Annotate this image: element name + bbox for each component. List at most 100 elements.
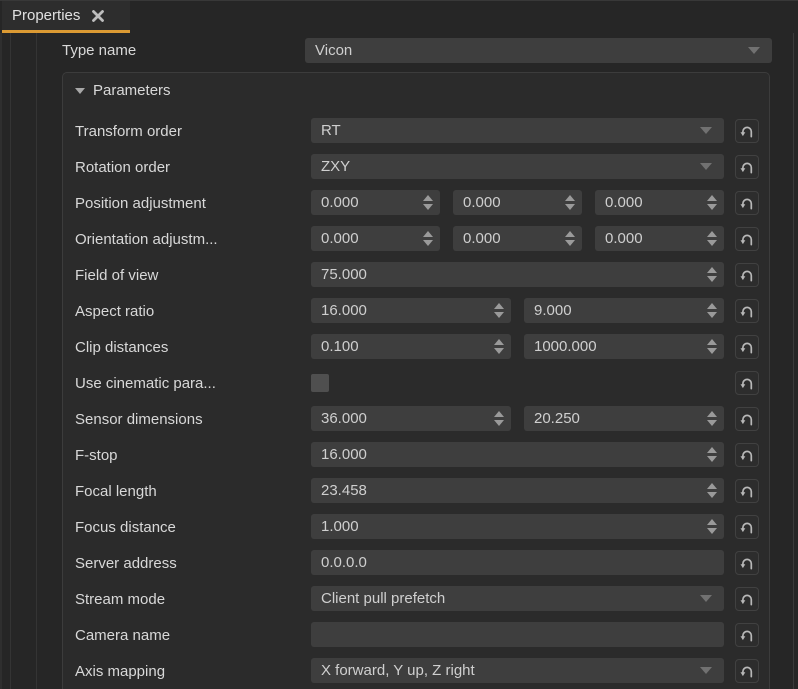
spinner-down-icon[interactable] [707, 456, 717, 462]
reset-button[interactable] [735, 551, 759, 575]
text-input[interactable] [311, 550, 724, 575]
reset-button[interactable] [735, 119, 759, 143]
spinner-up-icon[interactable] [423, 231, 433, 237]
spinbox-input[interactable] [311, 190, 440, 215]
spinbox-input[interactable] [524, 298, 724, 323]
spinner-down-icon[interactable] [494, 420, 504, 426]
spinner-up-icon[interactable] [707, 411, 717, 417]
spinner-down-icon[interactable] [707, 420, 717, 426]
spinbox-input[interactable] [311, 262, 724, 287]
spinbox-input[interactable] [311, 334, 511, 359]
reset-button[interactable] [735, 263, 759, 287]
spinner-buttons[interactable] [707, 262, 717, 287]
spinner-up-icon[interactable] [707, 303, 717, 309]
spinner-up-icon[interactable] [565, 231, 575, 237]
reset-button[interactable] [735, 155, 759, 179]
reset-button[interactable] [735, 479, 759, 503]
spinner-buttons[interactable] [707, 334, 717, 359]
spinner-down-icon[interactable] [707, 348, 717, 354]
collapse-triangle-icon[interactable] [75, 88, 85, 94]
spinbox-input[interactable] [311, 406, 511, 431]
reset-button[interactable] [735, 659, 759, 683]
left-edge-line [0, 33, 2, 689]
type-name-dropdown[interactable]: Vicon [305, 38, 772, 63]
undo-icon [739, 231, 755, 247]
reset-button[interactable] [735, 407, 759, 431]
spinbox-input[interactable] [524, 406, 724, 431]
spinner-buttons[interactable] [707, 190, 717, 215]
spinner-buttons[interactable] [707, 406, 717, 431]
spinbox-input[interactable] [595, 226, 724, 251]
reset-button[interactable] [735, 515, 759, 539]
reset-button[interactable] [735, 191, 759, 215]
spinner-up-icon[interactable] [565, 195, 575, 201]
reset-button[interactable] [735, 227, 759, 251]
spinner-down-icon[interactable] [707, 492, 717, 498]
spinner-buttons[interactable] [707, 442, 717, 467]
spinner-down-icon[interactable] [565, 204, 575, 210]
spinbox-input[interactable] [311, 298, 511, 323]
spinner-up-icon[interactable] [707, 447, 717, 453]
spinbox-input[interactable] [453, 190, 582, 215]
spinner-buttons[interactable] [494, 298, 504, 323]
spinner-up-icon[interactable] [707, 519, 717, 525]
spinner-up-icon[interactable] [494, 411, 504, 417]
spinner-up-icon[interactable] [494, 303, 504, 309]
spinner-down-icon[interactable] [707, 240, 717, 246]
dropdown-field[interactable]: X forward, Y up, Z right [311, 658, 724, 683]
spinbox-input[interactable] [311, 442, 724, 467]
spinner-up-icon[interactable] [707, 339, 717, 345]
spinner-down-icon[interactable] [707, 276, 717, 282]
spinner-up-icon[interactable] [707, 195, 717, 201]
dropdown-value: Client pull prefetch [311, 590, 445, 607]
spinner-buttons[interactable] [565, 226, 575, 251]
spinner-down-icon[interactable] [494, 348, 504, 354]
spinner-up-icon[interactable] [707, 267, 717, 273]
spinner-down-icon[interactable] [423, 204, 433, 210]
spinner-buttons[interactable] [707, 514, 717, 539]
spinner-buttons[interactable] [707, 298, 717, 323]
tab-properties[interactable]: Properties [2, 1, 130, 30]
spinner-down-icon[interactable] [707, 528, 717, 534]
reset-button[interactable] [735, 443, 759, 467]
spinner-buttons[interactable] [423, 226, 433, 251]
spinbox-input[interactable] [524, 334, 724, 359]
text-input[interactable] [311, 622, 724, 647]
spinner-buttons[interactable] [494, 334, 504, 359]
spinner-down-icon[interactable] [494, 312, 504, 318]
section-header-parameters[interactable]: Parameters [75, 82, 171, 99]
spinner-buttons[interactable] [707, 226, 717, 251]
spinner-down-icon[interactable] [707, 312, 717, 318]
property-row: Rotation order ZXY [63, 149, 769, 185]
tab-title: Properties [12, 7, 80, 24]
spinner-buttons[interactable] [565, 190, 575, 215]
parameters-panel: Parameters Transform order RT Rotation o… [62, 72, 770, 689]
spinner-up-icon[interactable] [707, 483, 717, 489]
reset-button[interactable] [735, 335, 759, 359]
spinner-buttons[interactable] [707, 478, 717, 503]
reset-button[interactable] [735, 587, 759, 611]
dropdown-field[interactable]: Client pull prefetch [311, 586, 724, 611]
spinner-buttons[interactable] [423, 190, 433, 215]
dropdown-field[interactable]: ZXY [311, 154, 724, 179]
reset-button[interactable] [735, 299, 759, 323]
reset-button[interactable] [735, 623, 759, 647]
spinbox-input[interactable] [311, 478, 724, 503]
spinner-up-icon[interactable] [494, 339, 504, 345]
spinner-down-icon[interactable] [423, 240, 433, 246]
spinbox-input[interactable] [595, 190, 724, 215]
dropdown-field[interactable]: RT [311, 118, 724, 143]
spinner-up-icon[interactable] [707, 231, 717, 237]
spinbox-input[interactable] [311, 514, 724, 539]
spinbox-input[interactable] [311, 226, 440, 251]
spinner-up-icon[interactable] [423, 195, 433, 201]
reset-button[interactable] [735, 371, 759, 395]
spinbox-input[interactable] [453, 226, 582, 251]
undo-icon [739, 267, 755, 283]
property-controls [311, 406, 724, 431]
close-icon[interactable] [91, 9, 105, 23]
checkbox[interactable] [311, 374, 329, 392]
spinner-down-icon[interactable] [707, 204, 717, 210]
spinner-down-icon[interactable] [565, 240, 575, 246]
spinner-buttons[interactable] [494, 406, 504, 431]
